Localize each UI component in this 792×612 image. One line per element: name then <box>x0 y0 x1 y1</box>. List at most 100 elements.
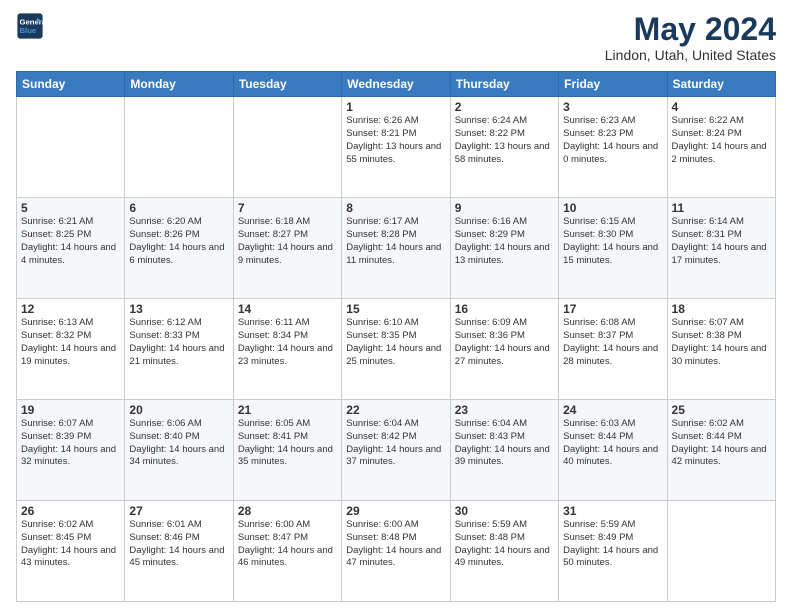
calendar-cell: 28 Sunrise: 6:00 AMSunset: 8:47 PMDaylig… <box>233 501 341 602</box>
day-info: Sunrise: 6:02 AMSunset: 8:45 PMDaylight:… <box>21 519 120 570</box>
col-monday: Monday <box>125 72 233 97</box>
day-number: 7 <box>238 201 337 215</box>
calendar-cell: 22 Sunrise: 6:04 AMSunset: 8:42 PMDaylig… <box>342 400 450 501</box>
calendar-header-row: Sunday Monday Tuesday Wednesday Thursday… <box>17 72 776 97</box>
col-thursday: Thursday <box>450 72 558 97</box>
calendar-cell <box>125 97 233 198</box>
day-info: Sunrise: 6:07 AMSunset: 8:38 PMDaylight:… <box>672 317 771 368</box>
svg-text:General: General <box>20 18 45 27</box>
day-number: 27 <box>129 504 228 518</box>
day-info: Sunrise: 6:05 AMSunset: 8:41 PMDaylight:… <box>238 418 337 469</box>
day-info: Sunrise: 6:07 AMSunset: 8:39 PMDaylight:… <box>21 418 120 469</box>
calendar-cell: 17 Sunrise: 6:08 AMSunset: 8:37 PMDaylig… <box>559 299 667 400</box>
day-info: Sunrise: 6:08 AMSunset: 8:37 PMDaylight:… <box>563 317 662 368</box>
day-info: Sunrise: 6:23 AMSunset: 8:23 PMDaylight:… <box>563 115 662 166</box>
calendar-cell: 4 Sunrise: 6:22 AMSunset: 8:24 PMDayligh… <box>667 97 775 198</box>
calendar-cell: 19 Sunrise: 6:07 AMSunset: 8:39 PMDaylig… <box>17 400 125 501</box>
month-title: May 2024 <box>605 12 776 47</box>
calendar-table: Sunday Monday Tuesday Wednesday Thursday… <box>16 71 776 602</box>
calendar-cell: 1 Sunrise: 6:26 AMSunset: 8:21 PMDayligh… <box>342 97 450 198</box>
day-number: 21 <box>238 403 337 417</box>
calendar-cell: 15 Sunrise: 6:10 AMSunset: 8:35 PMDaylig… <box>342 299 450 400</box>
day-number: 9 <box>455 201 554 215</box>
day-number: 28 <box>238 504 337 518</box>
calendar-cell: 21 Sunrise: 6:05 AMSunset: 8:41 PMDaylig… <box>233 400 341 501</box>
calendar-cell: 8 Sunrise: 6:17 AMSunset: 8:28 PMDayligh… <box>342 198 450 299</box>
col-sunday: Sunday <box>17 72 125 97</box>
page-container: General Blue May 2024 Lindon, Utah, Unit… <box>0 0 792 612</box>
calendar-cell: 12 Sunrise: 6:13 AMSunset: 8:32 PMDaylig… <box>17 299 125 400</box>
day-number: 5 <box>21 201 120 215</box>
calendar-cell <box>17 97 125 198</box>
day-number: 3 <box>563 100 662 114</box>
svg-text:Blue: Blue <box>20 26 37 35</box>
calendar-cell: 24 Sunrise: 6:03 AMSunset: 8:44 PMDaylig… <box>559 400 667 501</box>
col-wednesday: Wednesday <box>342 72 450 97</box>
day-info: Sunrise: 6:21 AMSunset: 8:25 PMDaylight:… <box>21 216 120 267</box>
day-number: 30 <box>455 504 554 518</box>
day-info: Sunrise: 6:14 AMSunset: 8:31 PMDaylight:… <box>672 216 771 267</box>
day-number: 22 <box>346 403 445 417</box>
day-info: Sunrise: 6:11 AMSunset: 8:34 PMDaylight:… <box>238 317 337 368</box>
calendar-cell <box>233 97 341 198</box>
calendar-cell: 31 Sunrise: 5:59 AMSunset: 8:49 PMDaylig… <box>559 501 667 602</box>
day-number: 24 <box>563 403 662 417</box>
calendar-cell: 5 Sunrise: 6:21 AMSunset: 8:25 PMDayligh… <box>17 198 125 299</box>
calendar-cell: 9 Sunrise: 6:16 AMSunset: 8:29 PMDayligh… <box>450 198 558 299</box>
calendar-cell: 25 Sunrise: 6:02 AMSunset: 8:44 PMDaylig… <box>667 400 775 501</box>
calendar-cell: 16 Sunrise: 6:09 AMSunset: 8:36 PMDaylig… <box>450 299 558 400</box>
calendar-cell: 20 Sunrise: 6:06 AMSunset: 8:40 PMDaylig… <box>125 400 233 501</box>
logo-icon: General Blue <box>16 12 44 40</box>
day-info: Sunrise: 5:59 AMSunset: 8:49 PMDaylight:… <box>563 519 662 570</box>
calendar-cell: 23 Sunrise: 6:04 AMSunset: 8:43 PMDaylig… <box>450 400 558 501</box>
day-number: 12 <box>21 302 120 316</box>
day-number: 29 <box>346 504 445 518</box>
day-info: Sunrise: 6:16 AMSunset: 8:29 PMDaylight:… <box>455 216 554 267</box>
day-info: Sunrise: 6:17 AMSunset: 8:28 PMDaylight:… <box>346 216 445 267</box>
calendar-cell: 29 Sunrise: 6:00 AMSunset: 8:48 PMDaylig… <box>342 501 450 602</box>
calendar-cell: 30 Sunrise: 5:59 AMSunset: 8:48 PMDaylig… <box>450 501 558 602</box>
calendar-cell: 18 Sunrise: 6:07 AMSunset: 8:38 PMDaylig… <box>667 299 775 400</box>
day-info: Sunrise: 5:59 AMSunset: 8:48 PMDaylight:… <box>455 519 554 570</box>
day-number: 14 <box>238 302 337 316</box>
day-number: 17 <box>563 302 662 316</box>
day-info: Sunrise: 6:10 AMSunset: 8:35 PMDaylight:… <box>346 317 445 368</box>
title-block: May 2024 Lindon, Utah, United States <box>605 12 776 63</box>
col-friday: Friday <box>559 72 667 97</box>
day-number: 10 <box>563 201 662 215</box>
calendar-cell <box>667 501 775 602</box>
day-info: Sunrise: 6:00 AMSunset: 8:47 PMDaylight:… <box>238 519 337 570</box>
day-info: Sunrise: 6:09 AMSunset: 8:36 PMDaylight:… <box>455 317 554 368</box>
day-number: 16 <box>455 302 554 316</box>
day-number: 25 <box>672 403 771 417</box>
day-info: Sunrise: 6:24 AMSunset: 8:22 PMDaylight:… <box>455 115 554 166</box>
col-saturday: Saturday <box>667 72 775 97</box>
day-number: 15 <box>346 302 445 316</box>
day-info: Sunrise: 6:18 AMSunset: 8:27 PMDaylight:… <box>238 216 337 267</box>
calendar-cell: 2 Sunrise: 6:24 AMSunset: 8:22 PMDayligh… <box>450 97 558 198</box>
day-info: Sunrise: 6:00 AMSunset: 8:48 PMDaylight:… <box>346 519 445 570</box>
logo: General Blue <box>16 12 44 40</box>
calendar-cell: 7 Sunrise: 6:18 AMSunset: 8:27 PMDayligh… <box>233 198 341 299</box>
calendar-cell: 11 Sunrise: 6:14 AMSunset: 8:31 PMDaylig… <box>667 198 775 299</box>
day-info: Sunrise: 6:04 AMSunset: 8:43 PMDaylight:… <box>455 418 554 469</box>
calendar-cell: 14 Sunrise: 6:11 AMSunset: 8:34 PMDaylig… <box>233 299 341 400</box>
day-info: Sunrise: 6:04 AMSunset: 8:42 PMDaylight:… <box>346 418 445 469</box>
calendar-cell: 26 Sunrise: 6:02 AMSunset: 8:45 PMDaylig… <box>17 501 125 602</box>
day-info: Sunrise: 6:20 AMSunset: 8:26 PMDaylight:… <box>129 216 228 267</box>
calendar-cell: 6 Sunrise: 6:20 AMSunset: 8:26 PMDayligh… <box>125 198 233 299</box>
day-number: 6 <box>129 201 228 215</box>
col-tuesday: Tuesday <box>233 72 341 97</box>
day-info: Sunrise: 6:02 AMSunset: 8:44 PMDaylight:… <box>672 418 771 469</box>
day-number: 19 <box>21 403 120 417</box>
page-header: General Blue May 2024 Lindon, Utah, Unit… <box>16 12 776 63</box>
day-info: Sunrise: 6:03 AMSunset: 8:44 PMDaylight:… <box>563 418 662 469</box>
calendar-cell: 27 Sunrise: 6:01 AMSunset: 8:46 PMDaylig… <box>125 501 233 602</box>
day-number: 4 <box>672 100 771 114</box>
day-number: 8 <box>346 201 445 215</box>
day-info: Sunrise: 6:06 AMSunset: 8:40 PMDaylight:… <box>129 418 228 469</box>
location-text: Lindon, Utah, United States <box>605 47 776 63</box>
day-info: Sunrise: 6:26 AMSunset: 8:21 PMDaylight:… <box>346 115 445 166</box>
day-number: 2 <box>455 100 554 114</box>
day-number: 20 <box>129 403 228 417</box>
